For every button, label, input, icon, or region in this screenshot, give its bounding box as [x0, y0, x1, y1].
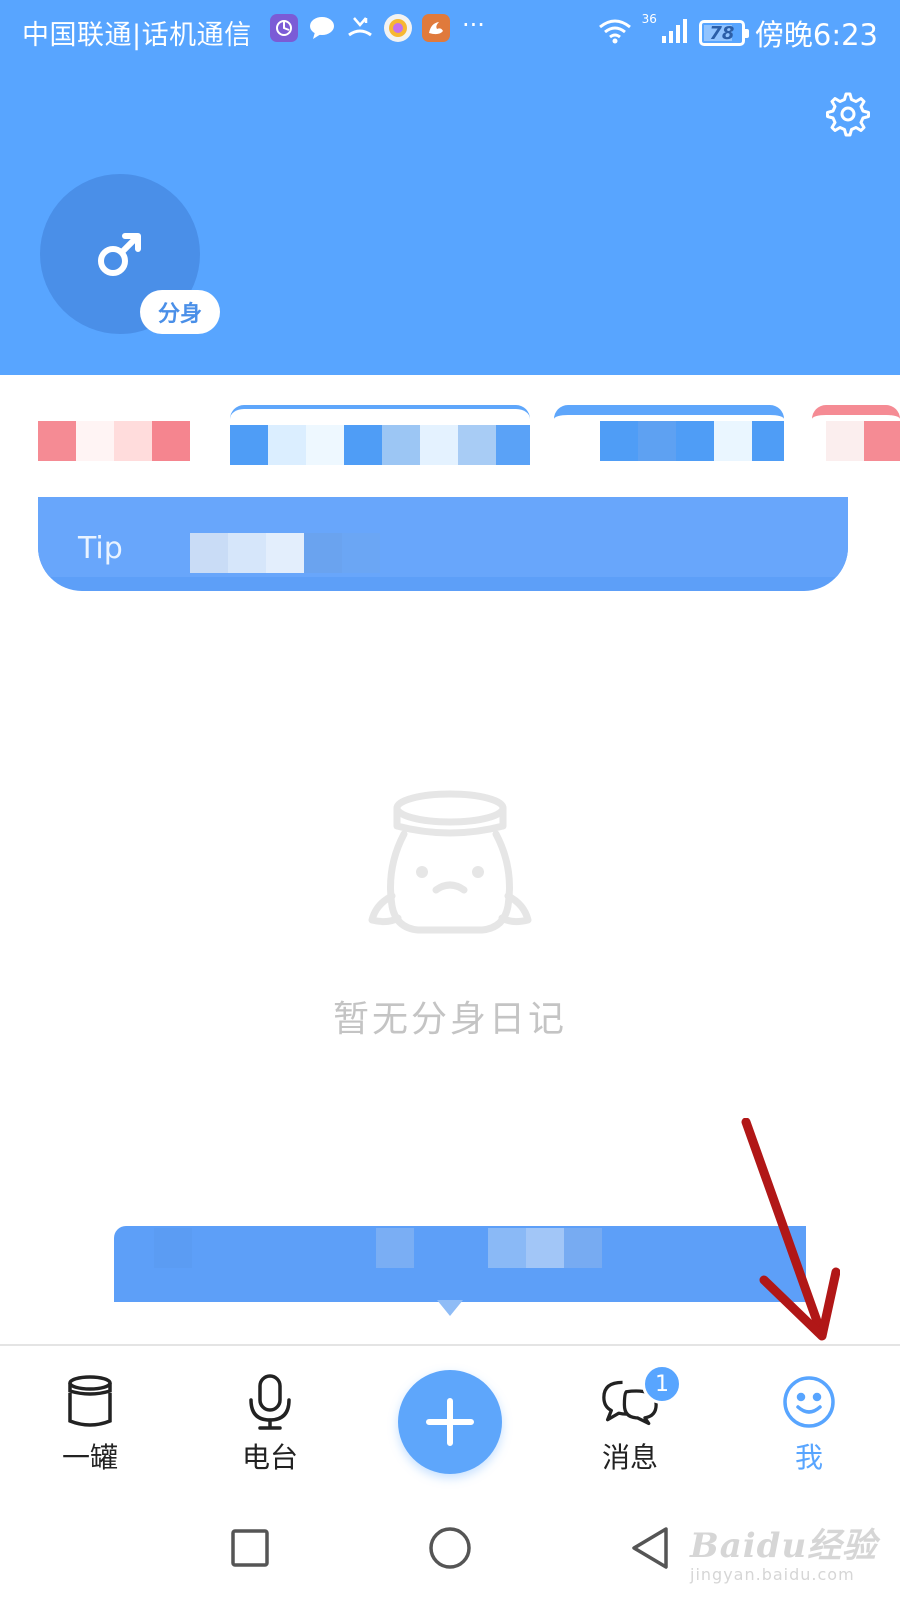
tip-text-redacted — [190, 533, 380, 573]
smiley-icon — [781, 1374, 837, 1430]
tab-jar[interactable]: 一罐 — [30, 1374, 150, 1484]
card-blue-1[interactable] — [230, 405, 530, 465]
square-icon — [231, 1529, 269, 1567]
battery-level: 78 — [709, 22, 735, 44]
tab-radio[interactable]: 电台 — [210, 1374, 330, 1484]
message-notification-icon — [308, 14, 336, 42]
tab-jar-label: 一罐 — [61, 1441, 118, 1474]
add-button[interactable] — [398, 1370, 502, 1474]
card-pink[interactable] — [38, 405, 208, 465]
tab-radio-label: 电台 — [241, 1441, 298, 1474]
sad-jar-icon — [368, 790, 532, 934]
tab-messages-label: 消息 — [601, 1441, 658, 1474]
home-button[interactable] — [422, 1520, 478, 1576]
gear-icon — [826, 92, 870, 137]
network-type: 36 — [641, 12, 657, 26]
clone-badge[interactable]: 分身 — [140, 290, 220, 334]
tip-banner[interactable]: Tip — [38, 497, 848, 591]
plus-icon — [426, 1398, 474, 1446]
tab-me[interactable]: 我 — [749, 1374, 869, 1484]
missed-call-icon — [346, 14, 374, 42]
card-pink-2[interactable] — [812, 405, 900, 465]
watermark-logo: Baidu经验 — [690, 1526, 878, 1566]
status-bar: 中国联通|话机通信 ··· 36 78 傍晚6:23 — [0, 0, 900, 62]
uc-browser-icon — [422, 14, 450, 42]
clone-card-strip[interactable] — [38, 405, 900, 465]
back-button[interactable] — [622, 1520, 678, 1576]
carrier-name: 中国联通|话机通信 — [22, 20, 252, 51]
recent-apps-button[interactable] — [222, 1520, 278, 1576]
watermark-url: jingyan.baidu.com — [690, 1565, 855, 1584]
circle-icon — [429, 1527, 471, 1569]
app-notification-icon — [270, 14, 298, 42]
triangle-back-icon — [632, 1527, 668, 1569]
tab-messages[interactable]: 1 消息 — [570, 1364, 690, 1484]
baidu-watermark: Baidu经验 jingyan.baidu.com — [690, 1518, 890, 1590]
microphone-icon — [242, 1374, 298, 1430]
tip-label: Tip — [78, 531, 123, 566]
browser-notification-icon — [384, 14, 412, 42]
profile-header: 中国联通|话机通信 ··· 36 78 傍晚6:23 分身 — [0, 0, 900, 375]
status-indicators: 36 78 傍晚6:23 — [598, 12, 878, 54]
notification-icons: ··· — [270, 11, 485, 42]
card-blue-2[interactable] — [554, 405, 784, 465]
clock: 傍晚6:23 — [754, 18, 878, 52]
unread-badge: 1 — [642, 1364, 682, 1404]
battery-icon: 78 — [698, 20, 749, 46]
jar-icon — [62, 1374, 118, 1430]
more-notifications-icon: ··· — [462, 11, 485, 39]
male-symbol-icon — [98, 233, 141, 276]
settings-button[interactable] — [818, 86, 874, 142]
signal-icon — [661, 18, 689, 48]
tab-me-label: 我 — [794, 1441, 823, 1474]
wifi-icon — [598, 18, 632, 48]
tooltip-bubble[interactable] — [114, 1226, 806, 1302]
empty-state-message: 暂无分身日记 — [332, 999, 567, 1040]
tooltip-tail — [437, 1300, 463, 1316]
